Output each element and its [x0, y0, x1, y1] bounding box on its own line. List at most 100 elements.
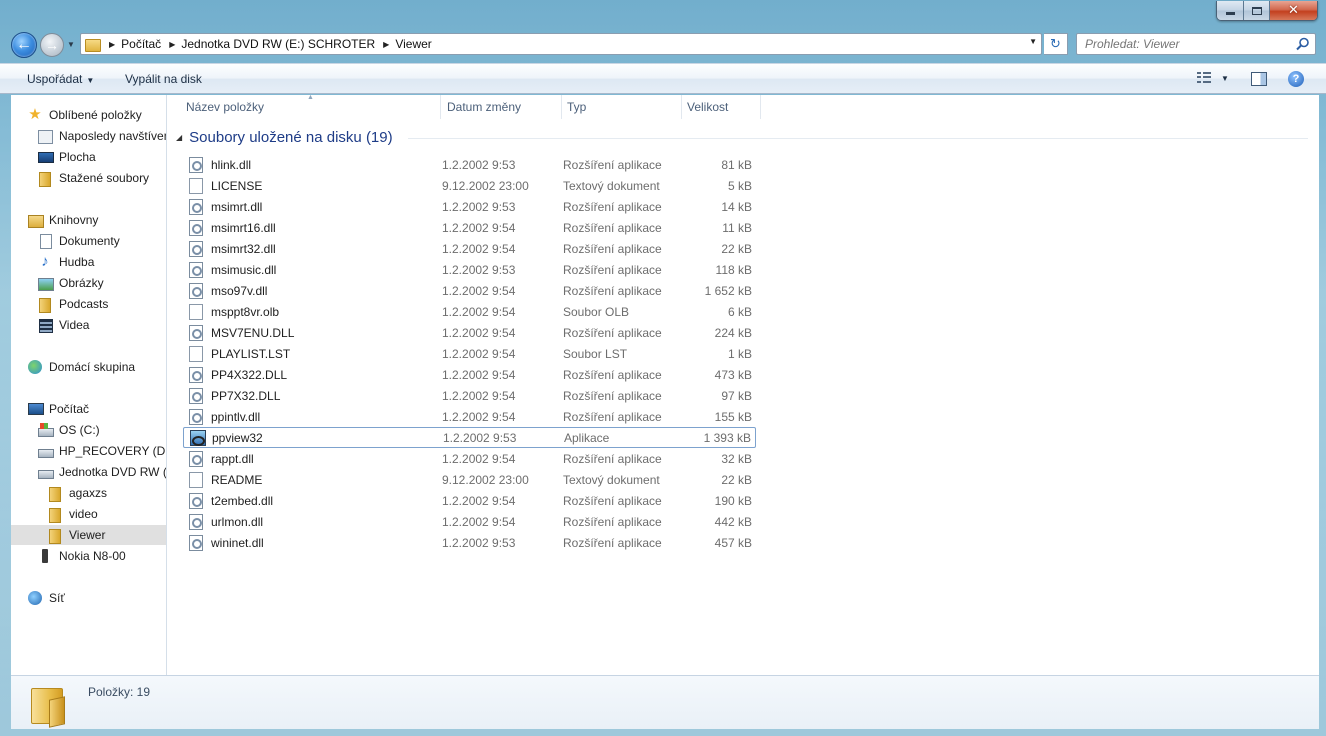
file-size: 473 kB: [714, 367, 752, 382]
file-name: ppview32: [212, 430, 263, 445]
sidebar-item[interactable]: Obrázky: [11, 273, 166, 293]
column-divider[interactable]: [440, 95, 441, 119]
sidebar-item[interactable]: Domácí skupina: [11, 357, 166, 377]
sidebar-item[interactable]: Stažené soubory: [11, 168, 166, 188]
minimize-button[interactable]: [1217, 1, 1244, 20]
file-row[interactable]: ppintlv.dll 1.2.2002 9:54 Rozšíření aplika…: [183, 406, 756, 427]
sidebar-item[interactable]: Počítač: [11, 399, 166, 419]
file-row[interactable]: hlink.dll 1.2.2002 9:53 Rozšíření aplikace…: [183, 154, 756, 175]
file-row[interactable]: msimrt32.dll 1.2.2002 9:54 Rozšíření aplik…: [183, 238, 756, 259]
address-dropdown-icon[interactable]: ▼: [1029, 37, 1037, 46]
column-divider[interactable]: [681, 95, 682, 119]
file-row[interactable]: PLAYLIST.LST 1.2.2002 9:54 Soubor LST 1 kB: [183, 343, 756, 364]
file-name: msimrt16.dll: [211, 220, 276, 235]
breadcrumb-separator-icon[interactable]: ▶: [109, 40, 115, 49]
file-size: 14 kB: [721, 199, 752, 214]
sidebar-item[interactable]: agaxzs: [11, 483, 166, 503]
dll-file-icon: [189, 262, 203, 278]
file-row[interactable]: PP7X32.DLL 1.2.2002 9:54 Rozšíření aplikac…: [183, 385, 756, 406]
file-date: 1.2.2002 9:54: [442, 283, 516, 298]
sidebar-item[interactable]: video: [11, 504, 166, 524]
file-date: 1.2.2002 9:54: [442, 514, 516, 529]
help-icon[interactable]: ?: [1288, 71, 1304, 87]
column-header-size[interactable]: Velikost: [687, 95, 728, 119]
breadcrumb-separator-icon[interactable]: ▶: [169, 40, 175, 49]
dvd-drive-icon: [37, 464, 54, 480]
sidebar-item[interactable]: Dokumenty: [11, 231, 166, 251]
sidebar-item[interactable]: ★ Oblíbené položky: [11, 105, 166, 125]
column-divider[interactable]: [760, 95, 761, 119]
back-button[interactable]: ←: [11, 32, 37, 58]
refresh-button[interactable]: ↻: [1044, 33, 1068, 55]
file-row[interactable]: msimrt.dll 1.2.2002 9:53 Rozšíření aplikac…: [183, 196, 756, 217]
sidebar-item[interactable]: Viewer: [11, 525, 166, 545]
preview-pane-icon[interactable]: [1251, 72, 1267, 86]
details-pane: Položky: 19: [11, 675, 1319, 729]
file-row[interactable]: t2embed.dll 1.2.2002 9:54 Rozšíření aplika…: [183, 490, 756, 511]
dll-file-icon: [189, 493, 203, 509]
file-row[interactable]: LICENSE 9.12.2002 23:00 Textový dokument 5 …: [183, 175, 756, 196]
group-header[interactable]: ◢ Soubory uložené na disku (19): [176, 129, 393, 146]
column-header-date[interactable]: Datum změny: [447, 95, 521, 119]
file-date: 1.2.2002 9:54: [442, 409, 516, 424]
breadcrumb-separator-icon[interactable]: ▶: [383, 40, 389, 49]
navigation-bar: ← → ▼ ▶ Počítač ▶ Jednotka DVD RW (E:) S…: [0, 28, 1326, 62]
maximize-button[interactable]: [1244, 1, 1270, 20]
sidebar-item[interactable]: Jednotka DVD RW (E:) SCHROTER: [11, 462, 166, 482]
file-type: Rozšíření aplikace: [563, 514, 662, 529]
star-icon: ★: [28, 106, 42, 123]
file-name: msimrt.dll: [211, 199, 263, 214]
search-box[interactable]: [1076, 33, 1316, 55]
file-row[interactable]: MSV7ENU.DLL 1.2.2002 9:54 Rozšíření aplika…: [183, 322, 756, 343]
change-view-button[interactable]: ▼: [1197, 72, 1229, 84]
sidebar-item[interactable]: ♪ Hudba: [11, 252, 166, 272]
forward-button[interactable]: →: [40, 33, 64, 57]
file-row[interactable]: wininet.dll 1.2.2002 9:53 Rozšíření aplika…: [183, 532, 756, 553]
file-size: 190 kB: [714, 493, 752, 508]
search-icon[interactable]: [1296, 37, 1310, 51]
breadcrumb-dvd-drive[interactable]: Jednotka DVD RW (E:) SCHROTER: [181, 37, 375, 51]
close-button[interactable]: ✕: [1270, 1, 1317, 20]
file-row[interactable]: PP4X322.DLL 1.2.2002 9:54 Rozšíření aplika…: [183, 364, 756, 385]
file-row[interactable]: rappt.dll 1.2.2002 9:54 Rozšíření aplikace…: [183, 448, 756, 469]
file-name: t2embed.dll: [211, 493, 274, 508]
chevron-down-icon: ▼: [67, 40, 75, 49]
organize-button[interactable]: Uspořádat ▼: [27, 72, 94, 86]
breadcrumb-computer[interactable]: Počítač: [121, 37, 161, 51]
file-name: PP7X32.DLL: [211, 388, 281, 403]
file-date: 1.2.2002 9:53: [442, 262, 516, 277]
collapse-group-icon[interactable]: ◢: [176, 133, 182, 142]
file-row[interactable]: mso97v.dll 1.2.2002 9:54 Rozšíření aplikac…: [183, 280, 756, 301]
address-bar[interactable]: ▶ Počítač ▶ Jednotka DVD RW (E:) SCHROTE…: [80, 33, 1042, 55]
sidebar-item[interactable]: HP_RECOVERY (D:): [11, 441, 166, 461]
file-type: Rozšíření aplikace: [563, 199, 662, 214]
sidebar-item[interactable]: Naposledy navštívené: [11, 126, 166, 146]
file-row[interactable]: ppview32 1.2.2002 9:53 Aplikace 1 393 kB: [183, 427, 756, 448]
file-row[interactable]: msimrt16.dll 1.2.2002 9:54 Rozšíření aplik…: [183, 217, 756, 238]
sidebar-item[interactable]: Videa: [11, 315, 166, 335]
sidebar-item[interactable]: OS (C:): [11, 420, 166, 440]
column-header-name[interactable]: Název položky: [186, 95, 264, 119]
file-row[interactable]: msimusic.dll 1.2.2002 9:53 Rozšíření aplik…: [183, 259, 756, 280]
column-header-type[interactable]: Typ: [567, 95, 586, 119]
arrow-right-icon: →: [45, 37, 59, 53]
sidebar-item[interactable]: Plocha: [11, 147, 166, 167]
sidebar-item[interactable]: Podcasts: [11, 294, 166, 314]
file-date: 1.2.2002 9:54: [442, 451, 516, 466]
folder-icon: [29, 684, 67, 724]
burn-to-disc-button[interactable]: Vypálit na disk: [125, 72, 202, 86]
chevron-down-icon[interactable]: ▼: [1221, 74, 1229, 83]
file-row[interactable]: msppt8vr.olb 1.2.2002 9:54 Soubor OLB 6 kB: [183, 301, 756, 322]
search-input[interactable]: [1085, 37, 1295, 51]
column-divider[interactable]: [561, 95, 562, 119]
file-name: msimrt32.dll: [211, 241, 276, 256]
sidebar-item[interactable]: Síť: [11, 588, 166, 608]
sidebar-item[interactable]: Knihovny: [11, 210, 166, 230]
breadcrumb-viewer[interactable]: Viewer: [395, 37, 431, 51]
recent-pages-dropdown[interactable]: ▼: [67, 40, 75, 49]
file-name: ppintlv.dll: [211, 409, 261, 424]
file-name: mso97v.dll: [211, 283, 268, 298]
sidebar-item[interactable]: Nokia N8-00: [11, 546, 166, 566]
file-row[interactable]: README 9.12.2002 23:00 Textový dokument 22 …: [183, 469, 756, 490]
file-row[interactable]: urlmon.dll 1.2.2002 9:54 Rozšíření aplikac…: [183, 511, 756, 532]
